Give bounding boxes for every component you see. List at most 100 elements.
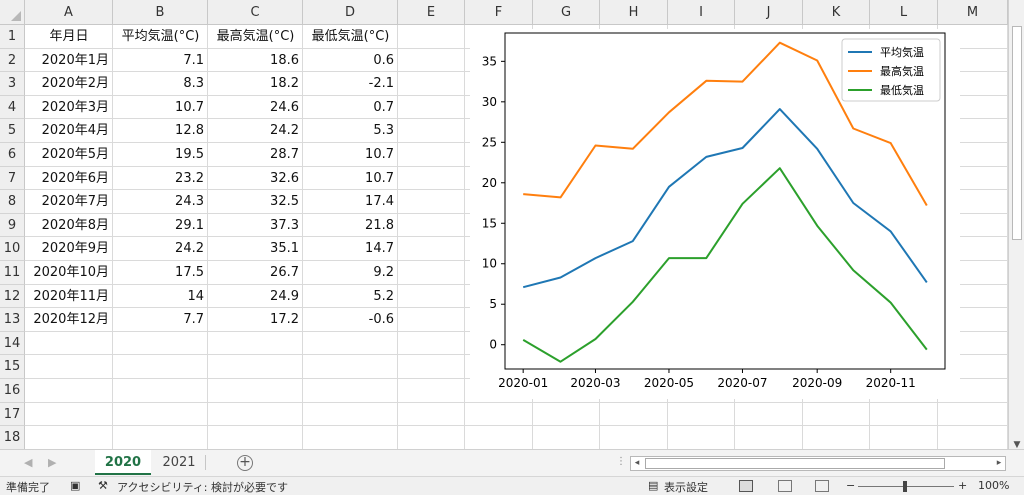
row-header-8[interactable]: 8 — [0, 190, 25, 214]
data-cell[interactable]: 26.7 — [208, 261, 303, 284]
data-cell[interactable]: 2020年3月 — [25, 96, 113, 119]
column-header-a[interactable]: A — [25, 0, 113, 25]
macro-record-icon[interactable]: ▣ — [70, 479, 80, 492]
data-cell[interactable]: -2.1 — [303, 72, 398, 95]
page-break-view-icon[interactable] — [815, 480, 829, 492]
data-cell[interactable]: 29.1 — [113, 214, 208, 237]
data-cell[interactable]: 2020年4月 — [25, 119, 113, 142]
row-header-1[interactable]: 1 — [0, 25, 25, 49]
data-cell[interactable]: 23.2 — [113, 167, 208, 190]
horizontal-scroll-thumb[interactable] — [645, 458, 945, 469]
row-header-11[interactable]: 11 — [0, 261, 25, 285]
header-cell[interactable]: 年月日 — [25, 25, 113, 48]
zoom-slider-thumb[interactable] — [903, 481, 907, 492]
sheet-tab-2020[interactable]: 2020 — [95, 450, 151, 475]
prev-sheet-icon[interactable]: ◀ — [24, 456, 32, 469]
row-header-9[interactable]: 9 — [0, 213, 25, 238]
page-layout-view-icon[interactable] — [778, 480, 792, 492]
column-header-j[interactable]: J — [735, 0, 803, 25]
zoom-level[interactable]: 100% — [978, 479, 1009, 492]
data-cell[interactable]: 2020年11月 — [25, 285, 113, 308]
row-header-15[interactable]: 15 — [0, 355, 25, 379]
row-header-12[interactable]: 12 — [0, 284, 25, 309]
data-cell[interactable]: 24.2 — [208, 119, 303, 142]
column-header-k[interactable]: K — [803, 0, 870, 25]
data-cell[interactable]: 7.1 — [113, 49, 208, 72]
scroll-right-icon[interactable]: ▸ — [993, 458, 1005, 469]
data-cell[interactable]: 5.3 — [303, 119, 398, 142]
data-cell[interactable]: 10.7 — [113, 96, 208, 119]
data-cell[interactable]: 2020年10月 — [25, 261, 113, 284]
data-cell[interactable]: 17.2 — [208, 308, 303, 331]
row-header-10[interactable]: 10 — [0, 237, 25, 261]
data-cell[interactable]: 21.8 — [303, 214, 398, 237]
accessibility-icon[interactable]: ⚒ — [98, 479, 108, 492]
row-header-6[interactable]: 6 — [0, 143, 25, 167]
data-cell[interactable]: 19.5 — [113, 143, 208, 166]
data-cell[interactable]: 24.3 — [113, 190, 208, 213]
data-cell[interactable]: 24.2 — [113, 237, 208, 260]
next-sheet-icon[interactable]: ▶ — [48, 456, 56, 469]
header-cell[interactable]: 最低気温(°C) — [303, 25, 398, 48]
row-header-13[interactable]: 13 — [0, 308, 25, 332]
data-cell[interactable]: 0.7 — [303, 96, 398, 119]
data-cell[interactable]: 32.5 — [208, 190, 303, 213]
data-cell[interactable]: 2020年2月 — [25, 72, 113, 95]
add-sheet-icon[interactable]: + — [237, 455, 253, 471]
data-cell[interactable]: 2020年7月 — [25, 190, 113, 213]
column-header-l[interactable]: L — [870, 0, 938, 25]
data-cell[interactable]: 9.2 — [303, 261, 398, 284]
normal-view-icon[interactable] — [739, 480, 753, 492]
data-cell[interactable]: 5.2 — [303, 285, 398, 308]
data-cell[interactable]: 24.9 — [208, 285, 303, 308]
row-header-3[interactable]: 3 — [0, 72, 25, 96]
row-header-2[interactable]: 2 — [0, 48, 25, 73]
column-header-f[interactable]: F — [465, 0, 533, 25]
row-header-17[interactable]: 17 — [0, 402, 25, 427]
row-header-5[interactable]: 5 — [0, 119, 25, 143]
data-cell[interactable]: 2020年1月 — [25, 49, 113, 72]
data-cell[interactable]: 8.3 — [113, 72, 208, 95]
horizontal-scrollbar[interactable]: ◂ ▸ — [630, 456, 1006, 471]
data-cell[interactable]: 2020年12月 — [25, 308, 113, 331]
data-cell[interactable]: 14.7 — [303, 237, 398, 260]
row-header-18[interactable]: 18 — [0, 426, 25, 449]
temperature-line-chart[interactable]: 0 5 10 15 20 25 30 35 2020-01 2020-03 2020-05 2020-… — [470, 29, 960, 399]
vertical-scrollbar[interactable]: ▼ — [1008, 0, 1024, 455]
data-cell[interactable]: 2020年6月 — [25, 167, 113, 190]
column-header-c[interactable]: C — [208, 0, 303, 25]
header-cell[interactable]: 平均気温(°C) — [113, 25, 208, 48]
data-cell[interactable]: -0.6 — [303, 308, 398, 331]
row-header-14[interactable]: 14 — [0, 331, 25, 356]
data-cell[interactable]: 17.5 — [113, 261, 208, 284]
data-cell[interactable]: 18.6 — [208, 49, 303, 72]
data-cell[interactable]: 17.4 — [303, 190, 398, 213]
select-all-corner[interactable] — [0, 0, 25, 25]
header-cell[interactable]: 最高気温(°C) — [208, 25, 303, 48]
data-cell[interactable]: 7.7 — [113, 308, 208, 331]
row-header-4[interactable]: 4 — [0, 95, 25, 120]
column-header-d[interactable]: D — [303, 0, 398, 25]
sheet-tab-2021[interactable]: 2021 — [153, 450, 205, 475]
data-cell[interactable]: 10.7 — [303, 167, 398, 190]
zoom-in-button[interactable]: + — [958, 479, 967, 492]
data-cell[interactable]: 35.1 — [208, 237, 303, 260]
data-cell[interactable]: 10.7 — [303, 143, 398, 166]
zoom-out-button[interactable]: − — [846, 479, 855, 492]
data-cell[interactable]: 14 — [113, 285, 208, 308]
data-cell[interactable]: 28.7 — [208, 143, 303, 166]
data-cell[interactable]: 24.6 — [208, 96, 303, 119]
display-settings-icon[interactable]: ▤ — [648, 479, 658, 492]
column-header-b[interactable]: B — [113, 0, 208, 25]
column-header-g[interactable]: G — [533, 0, 600, 25]
data-cell[interactable]: 2020年8月 — [25, 214, 113, 237]
data-cell[interactable]: 37.3 — [208, 214, 303, 237]
data-cell[interactable]: 12.8 — [113, 119, 208, 142]
row-header-7[interactable]: 7 — [0, 166, 25, 191]
display-settings-label[interactable]: 表示設定 — [664, 479, 708, 495]
data-cell[interactable]: 2020年5月 — [25, 143, 113, 166]
data-cell[interactable]: 32.6 — [208, 167, 303, 190]
column-header-m[interactable]: M — [938, 0, 1008, 25]
data-cell[interactable]: 2020年9月 — [25, 237, 113, 260]
column-header-i[interactable]: I — [668, 0, 735, 25]
